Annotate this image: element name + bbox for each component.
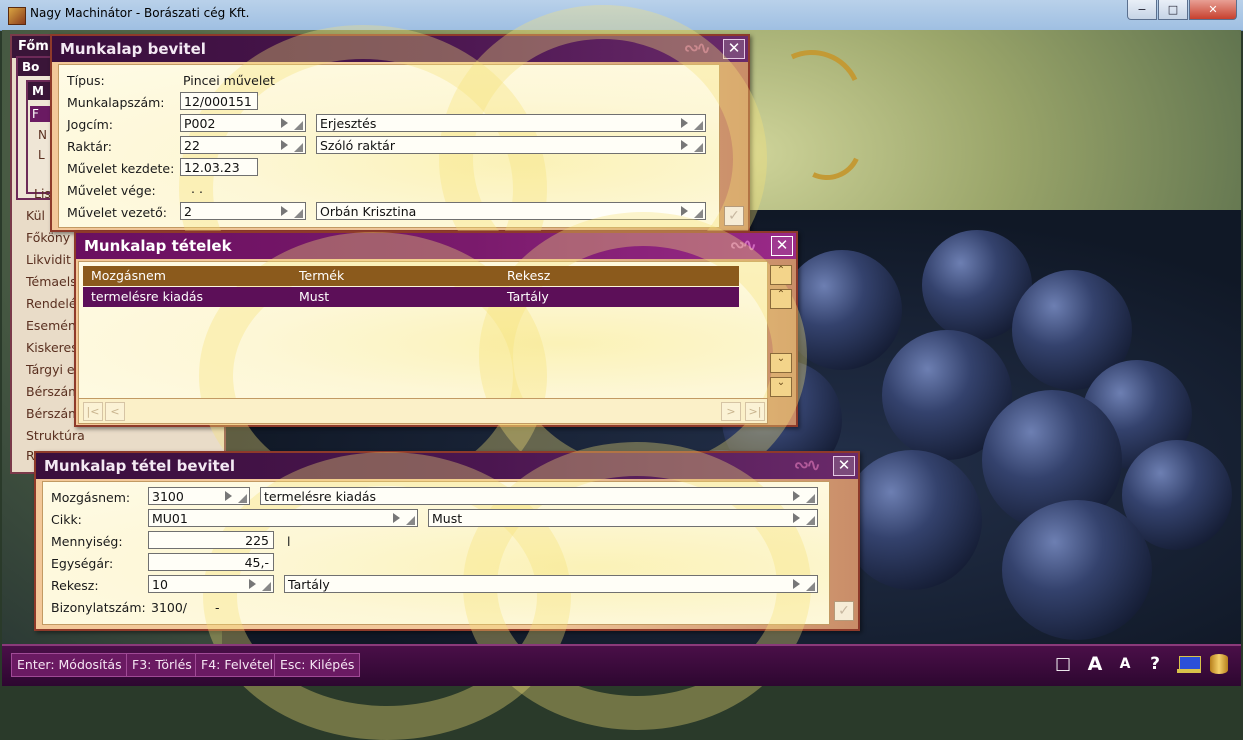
- unit-price-label: Egységár:: [51, 556, 114, 571]
- font-larger-icon[interactable]: A: [1082, 652, 1108, 676]
- menu-item[interactable]: Bérszám: [26, 384, 80, 399]
- quantity-field[interactable]: 225: [148, 531, 274, 549]
- dropdown-arrow-icon[interactable]: [393, 510, 415, 526]
- brand-logo-icon: ∾∿: [793, 455, 821, 476]
- column-header[interactable]: Mozgásnem: [91, 266, 166, 286]
- dropdown-arrow-icon[interactable]: [249, 576, 271, 592]
- grid-navigation-bar: |< < > >|: [78, 398, 768, 424]
- item-name-field[interactable]: Must: [428, 509, 818, 527]
- quantity-unit: l: [287, 534, 291, 549]
- dialog-body: Típus: Pincei művelet Munkalapszám: 12/0…: [58, 5, 767, 353]
- confirm-checkmark-button[interactable]: ✓: [834, 601, 854, 621]
- menu-item[interactable]: Likvidit: [26, 252, 71, 267]
- confirm-checkmark-button[interactable]: ✓: [724, 206, 744, 226]
- warehouse-name-field[interactable]: Szóló raktár: [316, 136, 706, 154]
- warehouse-code-field[interactable]: 22: [180, 136, 306, 154]
- start-date-field[interactable]: 12.03.23: [180, 158, 258, 176]
- dropdown-arrow-icon[interactable]: [681, 137, 703, 153]
- menu-item[interactable]: Struktúra: [26, 428, 85, 443]
- menu-item[interactable]: Témaels: [26, 274, 77, 289]
- crate-code-field[interactable]: 10: [148, 575, 274, 593]
- app-icon: [8, 7, 26, 25]
- scroll-top-button[interactable]: ⌃: [770, 265, 792, 285]
- dropdown-arrow-icon[interactable]: [281, 203, 303, 219]
- movement-type-name-field[interactable]: termelésre kiadás: [260, 487, 818, 505]
- database-icon[interactable]: [1206, 652, 1232, 676]
- movement-type-label: Mozgásnem:: [51, 490, 131, 505]
- menu-item[interactable]: Tárgyi e: [26, 362, 75, 377]
- unit-price-field[interactable]: 45,-: [148, 553, 274, 571]
- crate-label: Rekesz:: [51, 578, 99, 593]
- document-number-label: Bizonylatszám:: [51, 600, 146, 615]
- column-header[interactable]: Termék: [299, 266, 344, 286]
- close-dialog-button[interactable]: ✕: [771, 236, 793, 256]
- warehouse-label: Raktár:: [67, 139, 113, 154]
- quantity-label: Mennyiség:: [51, 534, 123, 549]
- menu-item[interactable]: Bérszám: [26, 406, 80, 421]
- shortcut-bar: Enter: Módosítás F3: Törlés F4: Felvétel…: [2, 644, 1241, 686]
- worksheet-number-label: Munkalapszám:: [67, 95, 165, 110]
- manager-code-field[interactable]: 2: [180, 202, 306, 220]
- previous-record-button[interactable]: <: [105, 402, 125, 421]
- manager-label: Művelet vezető:: [67, 205, 167, 220]
- dropdown-arrow-icon[interactable]: [681, 115, 703, 131]
- monitor-icon[interactable]: [1176, 652, 1202, 676]
- worksheet-number-field[interactable]: 12/000151: [180, 92, 258, 110]
- help-icon[interactable]: ?: [1142, 652, 1168, 676]
- type-label: Típus:: [67, 73, 105, 88]
- document-number-suffix: -: [215, 600, 220, 615]
- title-code-label: Jogcím:: [67, 117, 114, 132]
- crate-name-field[interactable]: Tartály: [284, 575, 818, 593]
- grid-area: Mozgásnem Termék Rekesz termelésre kiadá…: [78, 212, 807, 520]
- item-code-field[interactable]: MU01: [148, 509, 418, 527]
- title-code-field[interactable]: P002: [180, 114, 306, 132]
- end-date-field[interactable]: . .: [191, 181, 203, 196]
- add-button[interactable]: F4: Felvétel: [195, 653, 280, 677]
- title-name-field[interactable]: Erjesztés: [316, 114, 706, 132]
- start-date-label: Művelet kezdete:: [67, 161, 175, 176]
- minimize-button[interactable]: −: [1127, 0, 1157, 20]
- first-record-button[interactable]: |<: [83, 402, 103, 421]
- grid-header: Mozgásnem Termék Rekesz: [83, 266, 739, 286]
- scroll-page-up-button[interactable]: ⌃: [770, 289, 792, 309]
- table-row[interactable]: termelésre kiadás Must Tartály: [83, 287, 739, 307]
- font-smaller-icon[interactable]: A: [1112, 652, 1138, 676]
- menu-item[interactable]: Rendelé: [26, 296, 77, 311]
- item-label: Cikk:: [51, 512, 82, 527]
- menu-item[interactable]: Kül: [26, 208, 45, 223]
- dropdown-arrow-icon[interactable]: [225, 488, 247, 504]
- scroll-bottom-button[interactable]: ⌄: [770, 377, 792, 397]
- end-date-label: Művelet vége:: [67, 183, 156, 198]
- document-number-value: 3100/: [151, 600, 188, 615]
- next-record-button[interactable]: >: [721, 402, 741, 421]
- type-value: Pincei művelet: [183, 73, 275, 88]
- menu-item[interactable]: Lis: [34, 186, 51, 201]
- last-record-button[interactable]: >|: [745, 402, 765, 421]
- window-mode-icon[interactable]: □: [1050, 652, 1076, 676]
- close-dialog-button[interactable]: ✕: [833, 456, 855, 476]
- menu-item[interactable]: Esemén: [26, 318, 76, 333]
- menu-item[interactable]: Főköny: [26, 230, 70, 245]
- dropdown-arrow-icon[interactable]: [281, 137, 303, 153]
- munkalap-tetelek-dialog: Munkalap tételek ∾∿ ✕ Mozgásnem Termék R…: [74, 212, 807, 520]
- delete-button[interactable]: F3: Törlés: [126, 653, 198, 677]
- dropdown-arrow-icon[interactable]: [281, 115, 303, 131]
- window-title: Nagy Machinátor - Borászati cég Kft.: [30, 6, 250, 20]
- scroll-page-down-button[interactable]: ⌄: [770, 353, 792, 373]
- window-controls: − □ ✕: [1126, 0, 1237, 22]
- munkalap-bevitel-dialog: Munkalap bevitel ∾∿ ✕ Típus: Pincei műve…: [50, 5, 767, 353]
- dialog-body: Mozgásnem: 3100 termelésre kiadás Cikk: …: [42, 442, 830, 740]
- movement-type-code-field[interactable]: 3100: [148, 487, 250, 505]
- dropdown-arrow-icon[interactable]: [793, 576, 815, 592]
- close-dialog-button[interactable]: ✕: [723, 39, 745, 59]
- tetel-bevitel-dialog: Munkalap tétel bevitel ∾∿ ✕ Mozgásnem: 3…: [34, 442, 860, 740]
- modify-button[interactable]: Enter: Módosítás: [11, 653, 128, 677]
- dropdown-arrow-icon[interactable]: [793, 510, 815, 526]
- close-window-button[interactable]: ✕: [1189, 0, 1237, 20]
- menu-item[interactable]: Kiskeres: [26, 340, 78, 355]
- maximize-button[interactable]: □: [1158, 0, 1188, 20]
- exit-button[interactable]: Esc: Kilépés: [274, 653, 361, 677]
- column-header[interactable]: Rekesz: [507, 266, 550, 286]
- dropdown-arrow-icon[interactable]: [793, 488, 815, 504]
